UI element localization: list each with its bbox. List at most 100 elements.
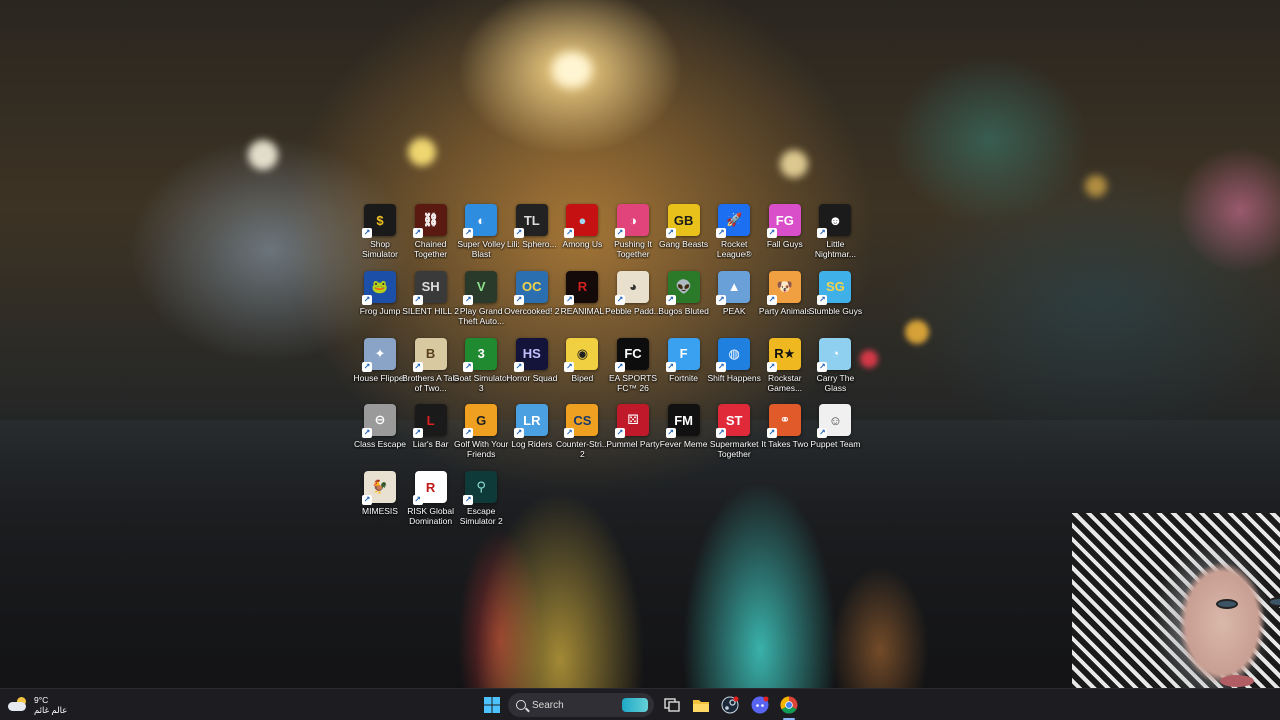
desktop-icon[interactable]: 3 ↗ Goat Simulator 3 [453,337,510,402]
desktop-icon-label: It Takes Two [761,439,809,450]
desktop-icon[interactable]: ◉ ↗ Biped [554,337,610,402]
shortcut-arrow-icon: ↗ [615,228,625,238]
desktop-icon[interactable]: 🐓 ↗ MIMESIS [352,471,408,535]
chrome-icon [780,696,798,714]
desktop-icon[interactable]: F ↗ Fortnite [656,337,712,402]
desktop-icon[interactable]: R ↗ RISK Global Domination [403,471,459,535]
chrome-button[interactable] [777,693,801,717]
task-view-icon [664,698,680,712]
desktop-icon[interactable]: R ↗ REANIMAL [554,270,610,335]
it-takes-two-icon: ⚭ ↗ [766,404,801,439]
desktop-icon[interactable]: $ ↗ Shop Simulator [352,204,408,268]
desktop-icon[interactable]: ☺ ↗ Puppet Team [807,404,863,468]
shortcut-arrow-icon: ↗ [615,294,625,305]
desktop-icon[interactable]: ◑ ↗ Pushing It Together [605,204,661,268]
shortcut-arrow-icon: ↗ [766,361,777,372]
discord-button[interactable] [748,693,772,717]
desktop-icon[interactable]: ▲ ↗ PEAK [706,270,762,335]
desktop-icon[interactable]: SH ↗ SILENT HILL 2 [402,270,459,335]
desktop-icon-label: Pummel Party [606,439,660,450]
webcam-eye [1268,597,1280,607]
desktop-icon[interactable]: ST ↗ Supermarket Together [706,404,762,468]
shortcut-arrow-icon: ↗ [463,361,474,372]
start-button[interactable] [480,693,504,717]
desktop-icon[interactable]: ◍ ↗ Shift Happens [706,337,762,402]
silent-hill-2-icon: SH ↗ [412,270,447,305]
desktop-icon[interactable]: FM ↗ Fever Meme [656,404,712,468]
shortcut-arrow-icon: ↗ [412,495,423,506]
partly-cloudy-icon [8,697,28,713]
shortcut-arrow-icon: ↗ [716,228,727,238]
desktop-icon[interactable]: R★ ↗ Rockstar Games... [757,337,813,402]
desktop-icon[interactable]: FG ↗ Fall Guys [757,204,813,268]
desktop-icon[interactable]: ⚲ ↗ Escape Simulator 2 [453,471,509,535]
mimesis-icon: 🐓 ↗ [362,471,396,506]
desktop-icon-label: Shop Simulator [362,239,398,259]
desktop-icon[interactable]: ✦ ↗ House Flipper [352,337,408,402]
desktop-icon[interactable]: ◔ ↗ Carry The Glass [807,337,863,402]
counter-strike-2-icon: CS ↗ [564,404,599,439]
puppet-team-icon: ☺ ↗ [817,404,852,439]
desktop-icon[interactable]: 🐸 ↗ Frog Jump [352,270,408,335]
shortcut-arrow-icon: ↗ [564,228,575,238]
rocket-league-icon: 🚀 ↗ [716,204,751,238]
desktop-icon[interactable]: CS ↗ Counter-Stri... 2 [554,404,610,468]
webcam-overlay [1072,513,1280,688]
desktop-icon-label: Supermarket Together [709,439,759,460]
desktop-icon[interactable]: ⚭ ↗ It Takes Two [757,404,813,468]
desktop-icon-label: Puppet Team [810,439,861,450]
desktop-icon[interactable]: ⚄ ↗ Pummel Party [605,404,661,468]
desktop-icon-label: House Flipper [353,372,407,383]
desktop-icon[interactable]: LR ↗ Log Riders [504,404,560,468]
lili-sphero-icon: TL ↗ [513,204,548,238]
desktop-icon-label: Super Volley Blast [457,239,506,259]
desktop[interactable]: $ ↗ Shop Simulator ⛓ ↗ Chained Together ◐ ↗ Supe… [0,0,1280,688]
taskbar-search[interactable]: Search [508,693,654,717]
desktop-icon[interactable]: G ↗ Golf With Your Friends [453,404,509,468]
desktop-icon[interactable]: TL ↗ Lili: Sphero... [504,204,560,268]
folder-icon [693,699,709,712]
desktop-icon[interactable]: ☻ ↗ Little Nightmar... [807,204,863,268]
desktop-icon[interactable]: 🚀 ↗ Rocket League® [706,204,762,268]
desktop-icon[interactable]: OC ↗ Overcooked! 2 [504,270,560,335]
fortnite-icon: F ↗ [665,337,700,372]
shortcut-arrow-icon: ↗ [412,428,423,439]
desktop-icon[interactable]: ⛓ ↗ Chained Together [403,204,459,268]
discord-icon [751,696,769,714]
desktop-icon[interactable]: ◐ ↗ Super Volley Blast [453,204,509,268]
desktop-icon[interactable]: FC ↗ EA SPORTS FC™ 26 [605,337,661,402]
desktop-icon[interactable]: ◕ ↗ Pebble Padd... [605,270,661,335]
desktop-icon[interactable]: 👽 ↗ Bugos Bluted [656,270,712,335]
shift-happens-icon: ◍ ↗ [716,337,751,372]
desktop-icon-label: Rocket League® [716,239,752,259]
search-icon [516,700,526,710]
steam-button[interactable] [718,693,742,717]
overcooked-2-icon: OC ↗ [513,270,548,305]
file-explorer-button[interactable] [689,693,713,717]
desktop-icon-label: Lili: Sphero... [506,239,557,249]
desktop-icon[interactable]: GB ↗ Gang Beasts [656,204,712,268]
desktop-icon[interactable]: HS ↗ Horror Squad [504,337,560,402]
desktop-icon[interactable]: 🐶 ↗ Party Animals [757,270,813,335]
chained-together-icon: ⛓ ↗ [412,204,447,238]
weather-widget[interactable]: 9°C عالم غائم [8,693,67,717]
desktop-icon-label: Escape Simulator 2 [459,506,503,527]
desktop-icon[interactable]: V ↗ Play Grand Theft Auto... [453,270,509,335]
desktop-icon[interactable]: ● ↗ Among Us [554,204,610,268]
shortcut-arrow-icon: ↗ [564,294,575,305]
shortcut-arrow-icon: ↗ [665,294,676,305]
webcam-eye [1216,599,1238,609]
desktop-icon[interactable]: ⊖ ↗ Class Escape [352,404,408,468]
task-view-button[interactable] [660,693,684,717]
fever-meme-icon: FM ↗ [665,404,700,439]
shortcut-arrow-icon: ↗ [564,428,575,439]
desktop-icon[interactable]: SG ↗ Stumble Guys [807,270,863,335]
desktop-icon[interactable]: B ↗ Brothers A Tale of Two... [402,337,460,402]
desktop-icon-label: Brothers A Tale of Two... [402,372,460,393]
gta-icon: V ↗ [463,270,498,305]
shortcut-arrow-icon: ↗ [766,428,777,439]
desktop-icon-label: Gang Beasts [659,239,709,249]
shortcut-arrow-icon: ↗ [615,428,625,439]
desktop-icon[interactable]: L ↗ Liar's Bar [403,404,459,468]
desktop-icon-label: PEAK [722,305,746,316]
